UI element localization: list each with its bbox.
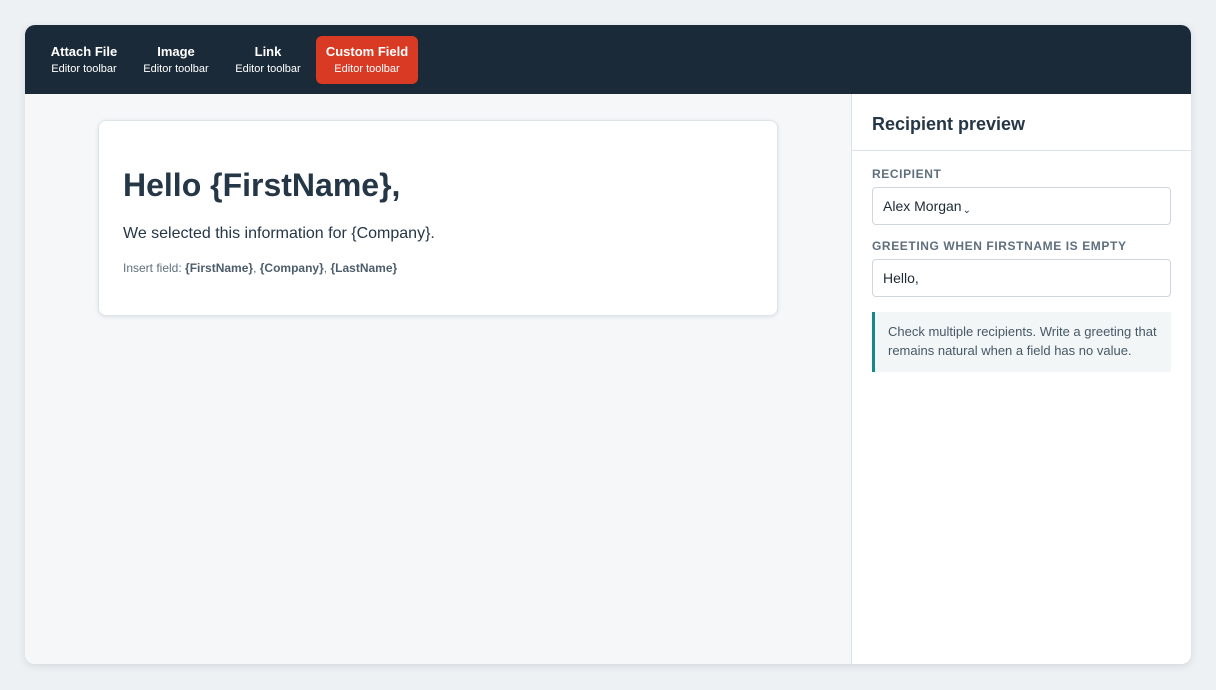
link-button[interactable]: Link Editor toolbar xyxy=(227,36,309,84)
insert-field-company[interactable]: {Company} xyxy=(260,261,324,275)
app-window: Attach File Editor toolbar Image Editor … xyxy=(25,25,1191,664)
image-sublabel: Editor toolbar xyxy=(143,63,209,75)
editor-area: Hello {FirstName}, We selected this info… xyxy=(25,94,852,664)
message-body[interactable]: We selected this information for {Compan… xyxy=(123,224,435,244)
custom-field-sublabel: Editor toolbar xyxy=(334,63,400,75)
insert-field-label: Insert field: xyxy=(123,261,182,275)
attach-file-button[interactable]: Attach File Editor toolbar xyxy=(41,36,127,84)
editor-toolbar: Attach File Editor toolbar Image Editor … xyxy=(25,25,1191,94)
chevron-down-icon: ⌄ xyxy=(962,205,971,216)
tip-box: Check multiple recipients. Write a greet… xyxy=(872,312,1171,372)
field-separator: , xyxy=(323,261,328,275)
custom-field-label: Custom Field xyxy=(325,44,409,59)
attach-file-label: Attach File xyxy=(50,44,118,59)
image-button[interactable]: Image Editor toolbar xyxy=(135,36,217,84)
recipient-label: RECIPIENT xyxy=(872,167,942,181)
greeting-input[interactable] xyxy=(872,259,1171,297)
insert-field-row: Insert field: {FirstName}, {Company}, {L… xyxy=(123,260,397,276)
message-card[interactable]: Hello {FirstName}, We selected this info… xyxy=(98,120,778,316)
panel-title: Recipient preview xyxy=(872,114,1026,134)
recipient-value: Alex Morgan xyxy=(883,198,962,214)
attach-file-sublabel: Editor toolbar xyxy=(51,63,117,75)
message-heading[interactable]: Hello {FirstName}, xyxy=(123,165,400,205)
image-label: Image xyxy=(157,44,195,59)
field-separator: , xyxy=(253,261,257,275)
greeting-label: GREETING WHEN FIRSTNAME IS EMPTY xyxy=(872,239,1127,253)
custom-field-button[interactable]: Custom Field Editor toolbar xyxy=(316,36,418,84)
recipient-preview-panel: Recipient preview RECIPIENT Alex Morgan⌄… xyxy=(852,94,1191,664)
link-label: Link xyxy=(254,44,282,59)
panel-header: Recipient preview xyxy=(852,94,1191,151)
insert-field-firstname[interactable]: {FirstName} xyxy=(185,261,253,275)
link-sublabel: Editor toolbar xyxy=(235,63,301,75)
recipient-select[interactable]: Alex Morgan⌄ xyxy=(872,187,1171,225)
insert-field-lastname[interactable]: {LastName} xyxy=(330,261,397,275)
